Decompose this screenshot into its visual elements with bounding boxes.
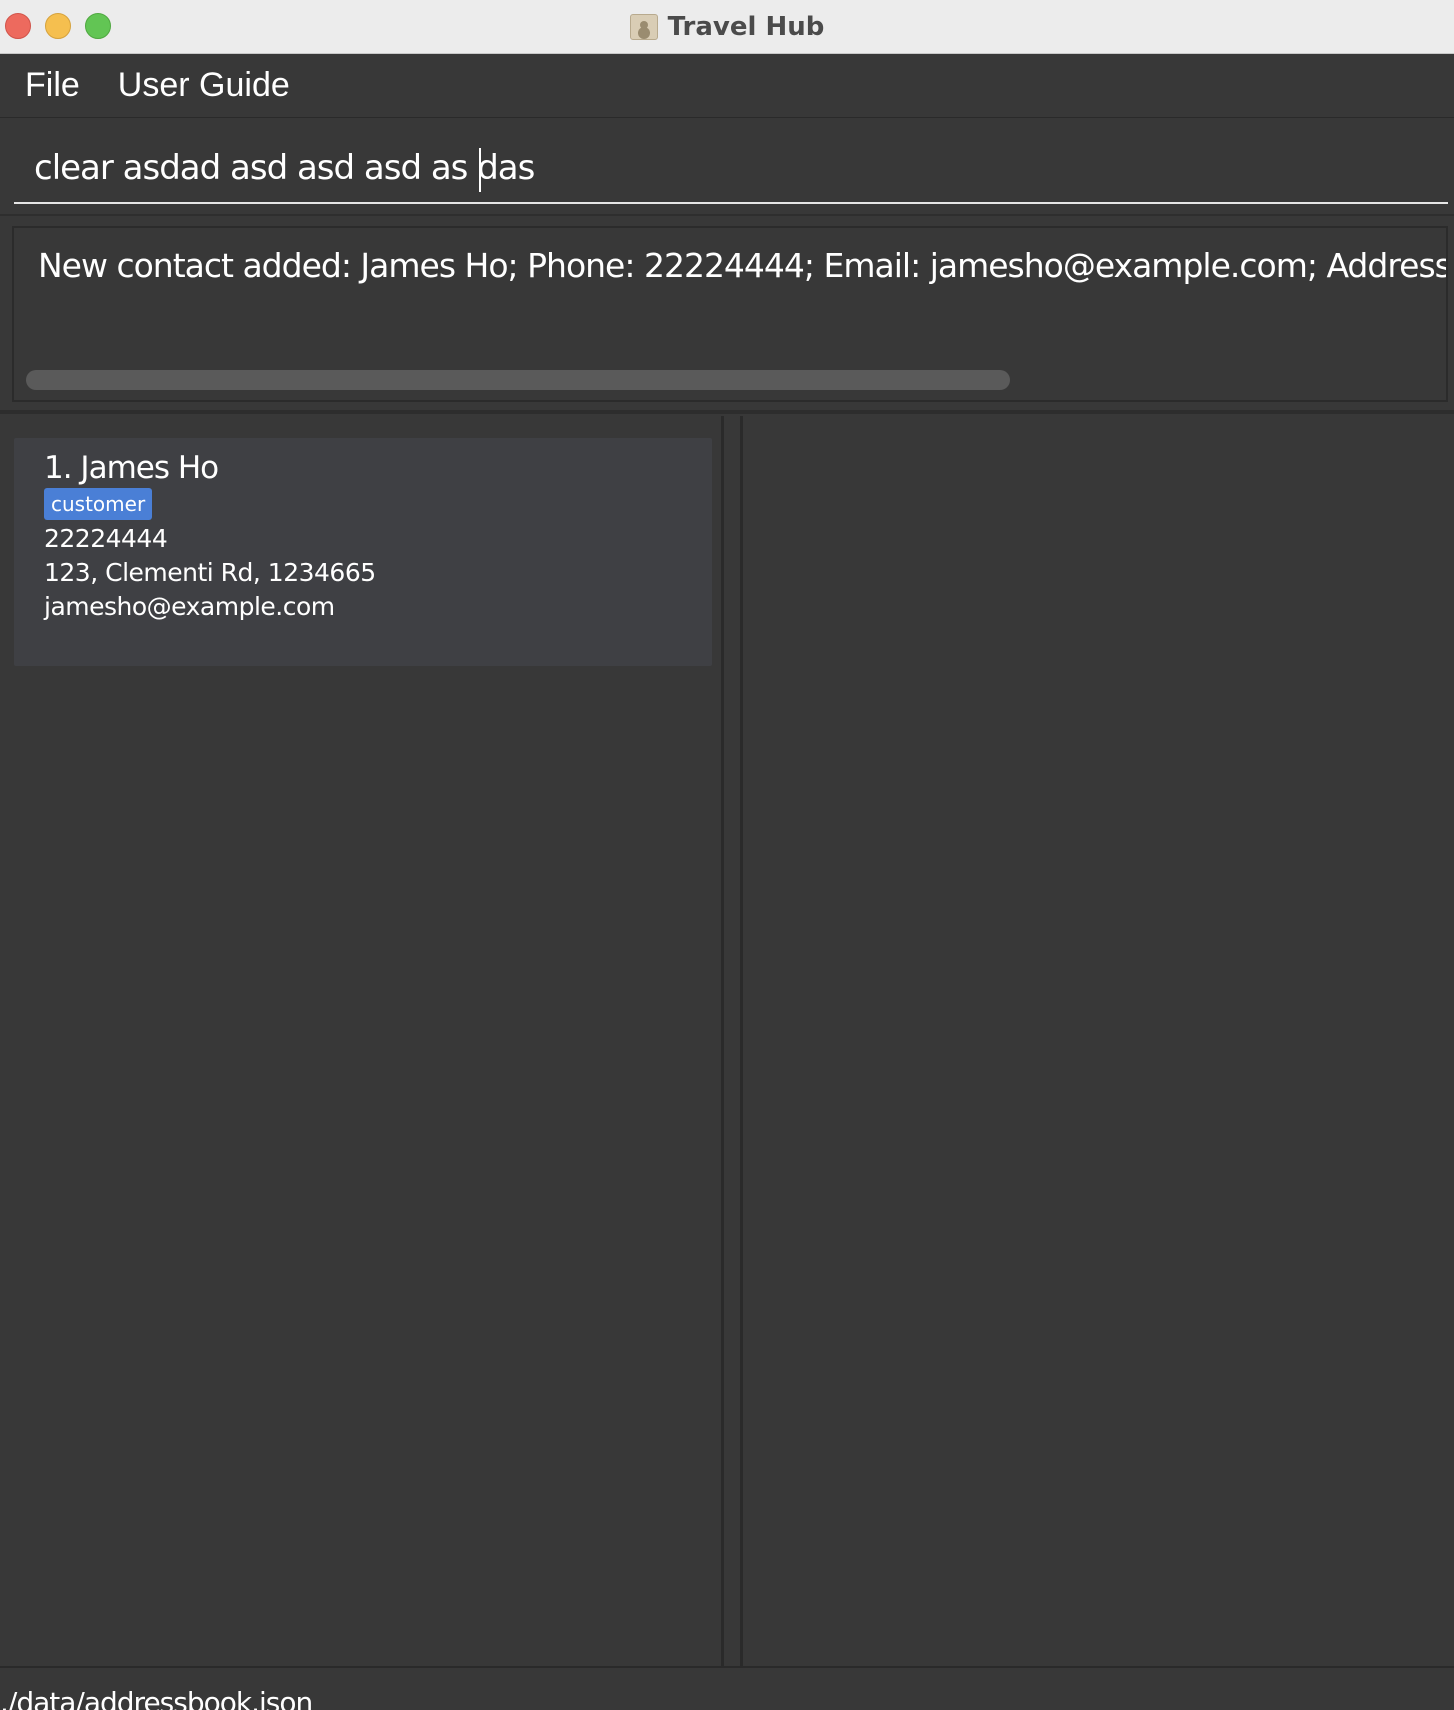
contact-name: 1. James Ho	[44, 450, 219, 486]
contact-list-panel: 1. James Ho customer 22224444 123, Cleme…	[0, 416, 724, 1666]
result-horizontal-scrollbar[interactable]	[26, 370, 1446, 392]
contact-email: jamesho@example.com	[44, 592, 335, 621]
contact-tag: customer	[44, 488, 153, 520]
menu-file[interactable]: File	[0, 66, 99, 105]
command-input[interactable]	[14, 134, 1448, 204]
section-divider	[0, 410, 1454, 414]
result-display: New contact added: James Ho; Phone: 2222…	[12, 226, 1448, 402]
window-title-group: Travel Hub	[0, 0, 1454, 54]
scrollbar-thumb[interactable]	[26, 370, 1010, 390]
contact-card[interactable]: 1. James Ho customer 22224444 123, Cleme…	[14, 438, 712, 666]
command-box-area	[0, 118, 1454, 216]
contact-address: 123, Clementi Rd, 1234665	[44, 558, 376, 587]
status-bar: ./data/addressbook.json	[0, 1666, 1454, 1710]
save-file-path: ./data/addressbook.json	[0, 1686, 313, 1710]
window-title: Travel Hub	[667, 12, 825, 42]
text-caret	[479, 148, 481, 192]
menu-bar: File User Guide	[0, 54, 1454, 118]
menu-user-guide[interactable]: User Guide	[99, 66, 309, 105]
window-titlebar: Travel Hub	[0, 0, 1454, 54]
detail-panel	[740, 416, 1454, 1666]
contact-phone: 22224444	[44, 524, 168, 553]
address-book-icon	[629, 14, 658, 40]
result-message: New contact added: James Ho; Phone: 2222…	[38, 246, 1448, 285]
